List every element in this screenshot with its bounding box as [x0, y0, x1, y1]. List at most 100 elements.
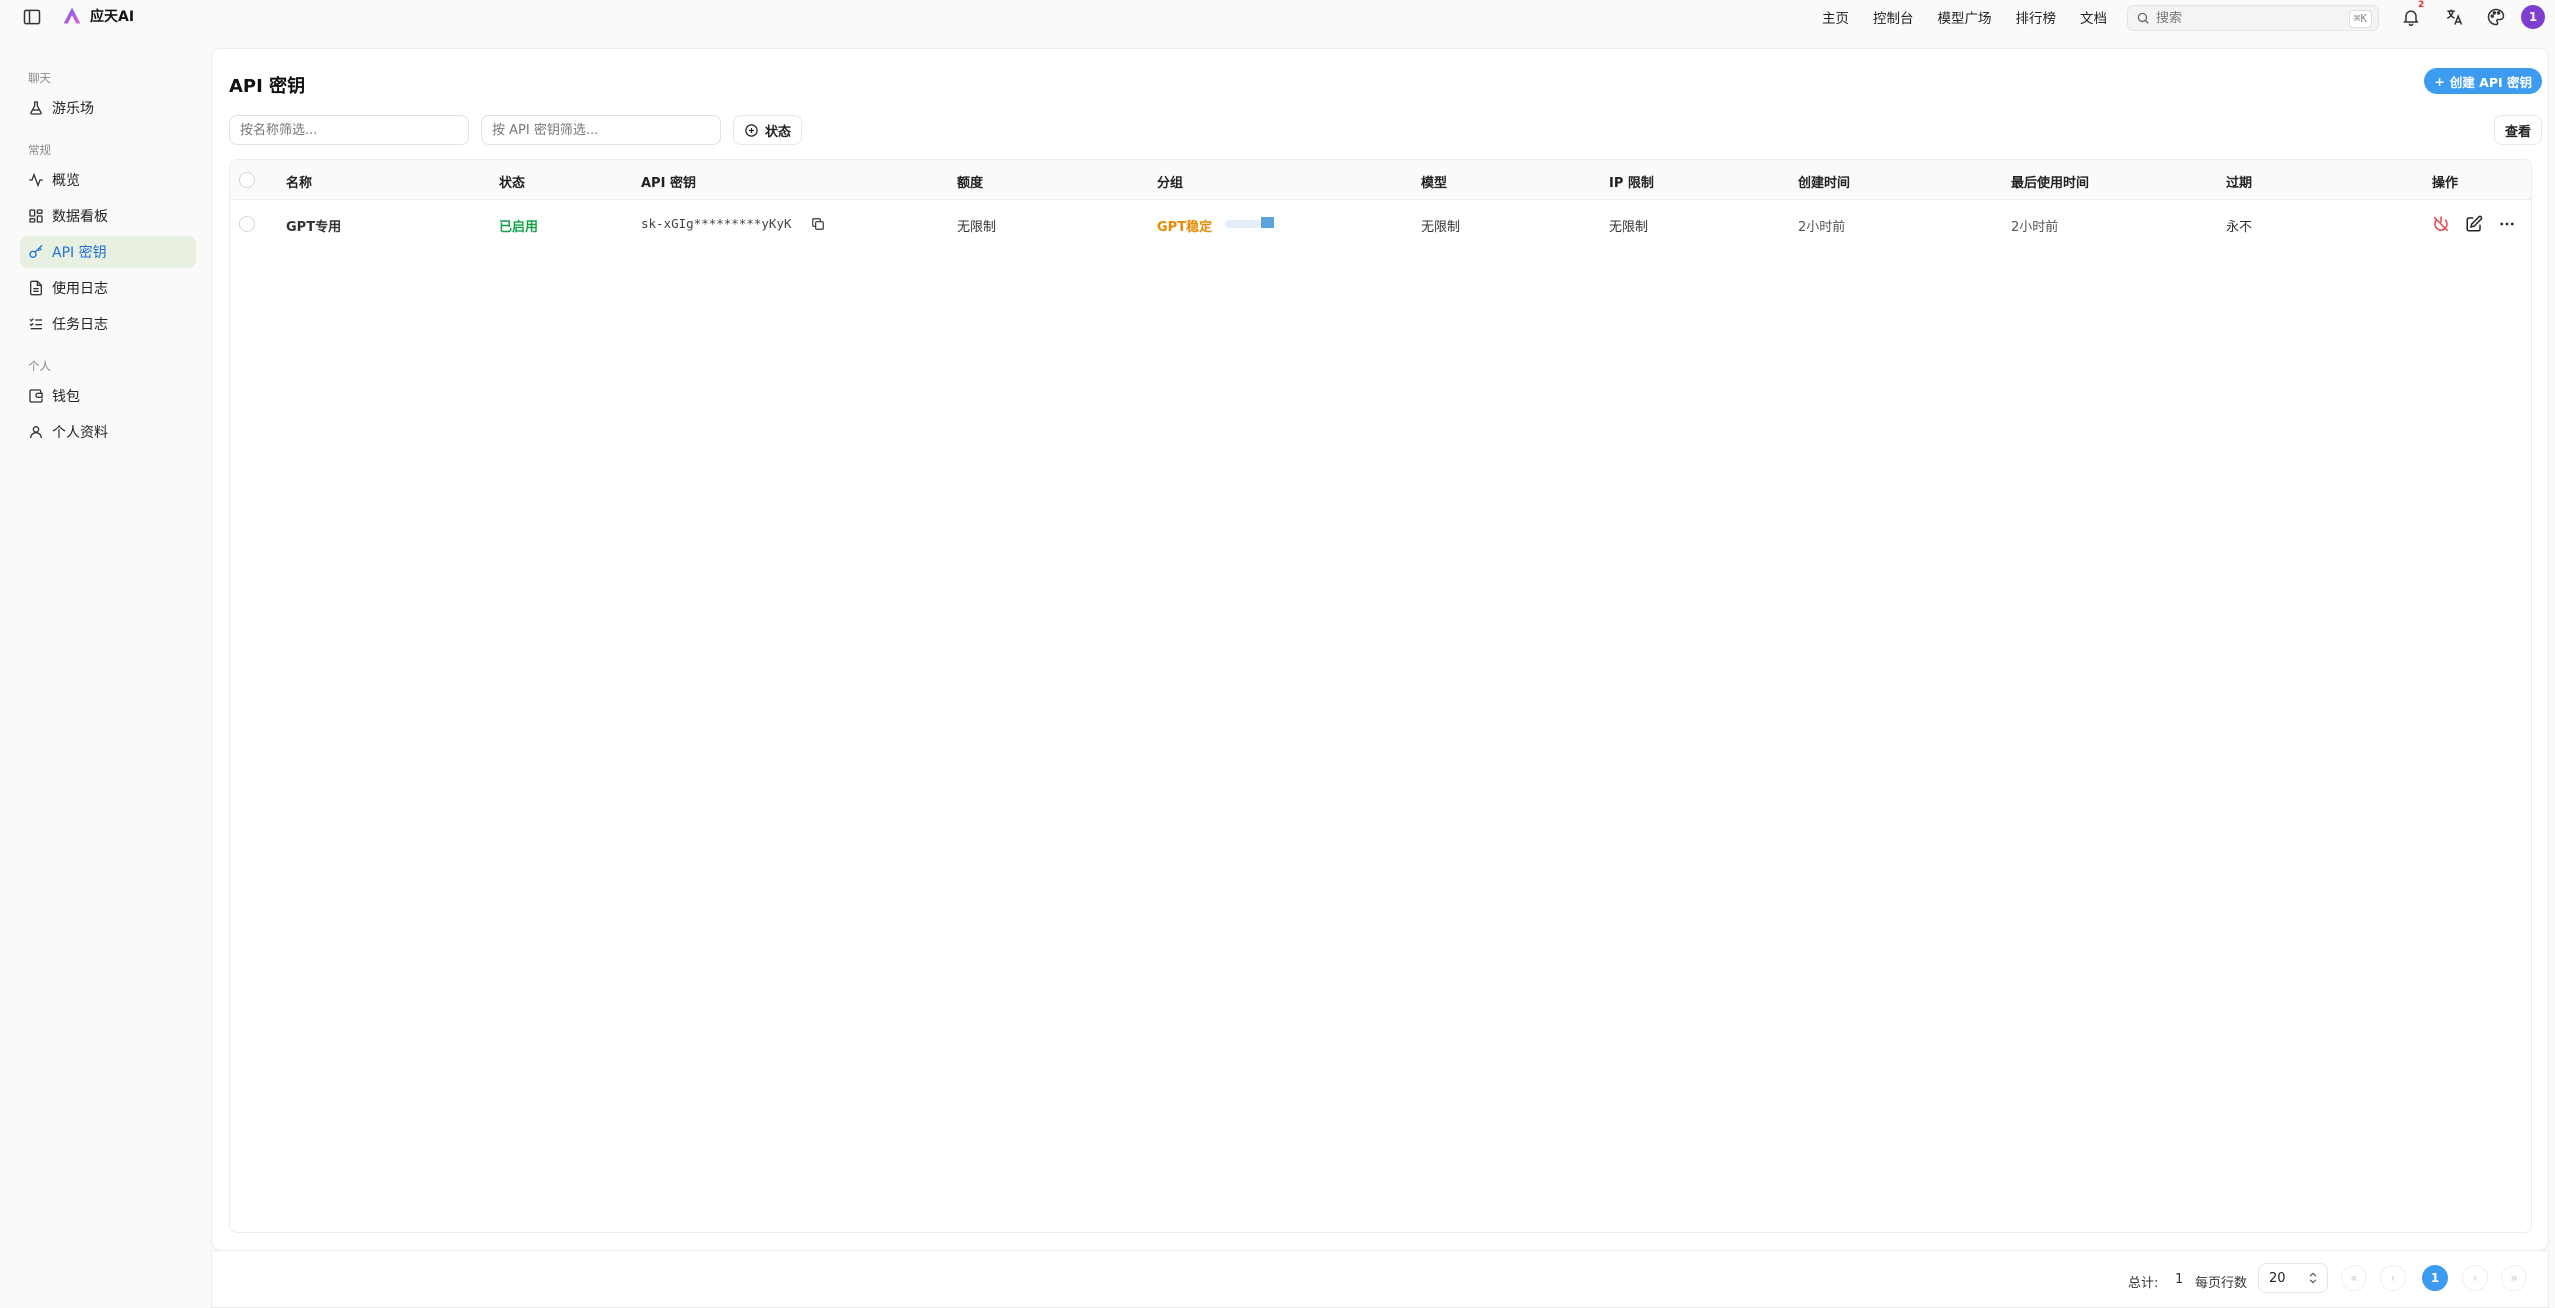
wallet-icon: [28, 388, 44, 404]
activity-icon: [28, 172, 44, 188]
row-ip-limit: 无限制: [1609, 220, 1649, 235]
row-created: 2小时前: [1798, 220, 1846, 235]
sidebar-item-label: 任务日志: [52, 317, 108, 333]
filter-name-input[interactable]: [229, 115, 469, 145]
last-page-button[interactable]: »: [2501, 1265, 2527, 1291]
status-filter-label: 状态: [765, 124, 792, 140]
file-text-icon: [28, 280, 44, 296]
list-checks-icon: [28, 316, 44, 332]
edit-icon[interactable]: [2465, 215, 2483, 233]
col-models[interactable]: 模型: [1421, 172, 1447, 191]
disable-key-icon[interactable]: [2432, 215, 2450, 233]
sidebar-item-dashboard[interactable]: 数据看板: [20, 200, 196, 232]
pagination-bar: 总计: 1 每页行数 20 « ‹ 1 › »: [211, 1250, 2549, 1308]
user-icon: [28, 424, 44, 440]
row-status: 已启用: [499, 220, 539, 235]
filter-key-input[interactable]: [481, 115, 721, 145]
group-indicator: [1225, 217, 1275, 229]
top-nav: 主页 控制台 模型广场 排行榜 文档: [1822, 0, 2131, 34]
key-icon: [28, 244, 44, 260]
col-group[interactable]: 分组: [1157, 172, 1183, 191]
top-bar: 应天AI 主页 控制台 模型广场 排行榜 文档 ⌘K 2 1: [0, 0, 2555, 34]
total-label: 总计:: [2128, 1276, 2159, 1291]
search-box[interactable]: ⌘K: [2127, 5, 2379, 31]
row-name: GPT专用: [286, 220, 342, 235]
sidebar-item-label: 个人资料: [52, 425, 108, 441]
table-row: GPT专用 已启用 sk-xGIg*********yKyK 无限制 GPT稳定…: [230, 201, 2531, 247]
sidebar-item-label: 游乐场: [52, 101, 94, 117]
create-api-key-button[interactable]: + 创建 API 密钥: [2424, 68, 2542, 94]
per-page-value: 20: [2269, 1270, 2286, 1286]
more-icon[interactable]: [2498, 215, 2516, 233]
table-header: 名称 状态 API 密钥 额度 分组 模型 IP 限制 创建时间 最后使用时间 …: [230, 160, 2531, 200]
palette-icon[interactable]: [2486, 7, 2506, 27]
nav-leaderboard[interactable]: 排行榜: [2016, 7, 2057, 27]
sidebar-group-general: 常规: [28, 143, 51, 157]
sidebar: 聊天 游乐场 常规 概览 数据看板 API 密钥 使用日志 任务日志 个人 钱包…: [0, 34, 205, 1308]
sidebar-group-personal: 个人: [28, 359, 51, 373]
search-input[interactable]: [2156, 10, 2336, 26]
row-api-key: sk-xGIg*********yKyK: [641, 216, 792, 231]
sidebar-item-label: 概览: [52, 173, 80, 189]
row-checkbox[interactable]: [239, 216, 255, 232]
col-ip-limit[interactable]: IP 限制: [1609, 172, 1654, 191]
nav-console[interactable]: 控制台: [1873, 7, 1914, 27]
sidebar-item-usage-logs[interactable]: 使用日志: [20, 272, 196, 304]
col-name[interactable]: 名称: [286, 172, 312, 191]
row-quota: 无限制: [957, 220, 997, 235]
nav-docs[interactable]: 文档: [2080, 7, 2107, 27]
nav-model-market[interactable]: 模型广场: [1938, 7, 1992, 27]
prev-page-button[interactable]: ‹: [2380, 1265, 2406, 1291]
status-filter-button[interactable]: 状态: [733, 115, 803, 145]
sidebar-item-label: API 密钥: [52, 245, 107, 261]
sidebar-toggle-icon[interactable]: [22, 7, 42, 27]
per-page-select[interactable]: 20: [2258, 1263, 2328, 1293]
sidebar-item-profile[interactable]: 个人资料: [20, 416, 196, 448]
col-created[interactable]: 创建时间: [1798, 172, 1850, 191]
row-expires: 永不: [2226, 220, 2253, 235]
sidebar-item-label: 数据看板: [52, 209, 108, 225]
sidebar-item-label: 使用日志: [52, 281, 108, 297]
sidebar-item-overview[interactable]: 概览: [20, 164, 196, 196]
chevrons-up-down-icon: [2306, 1271, 2320, 1285]
col-expires[interactable]: 过期: [2226, 172, 2252, 191]
col-actions: 操作: [2432, 176, 2459, 191]
sidebar-item-label: 钱包: [52, 389, 80, 405]
brand[interactable]: 应天AI: [62, 6, 134, 26]
first-page-button[interactable]: «: [2341, 1265, 2367, 1291]
api-keys-table: 名称 状态 API 密钥 额度 分组 模型 IP 限制 创建时间 最后使用时间 …: [229, 159, 2532, 1233]
select-all-checkbox[interactable]: [239, 172, 255, 188]
search-icon: [2136, 11, 2150, 25]
sidebar-item-task-logs[interactable]: 任务日志: [20, 308, 196, 340]
avatar[interactable]: 1: [2521, 5, 2545, 29]
api-keys-panel: API 密钥 + 创建 API 密钥 状态 查看 名称 状态 API 密钥 额度…: [211, 48, 2549, 1251]
dashboard-icon: [28, 208, 44, 224]
copy-icon[interactable]: [811, 217, 825, 231]
col-last-used[interactable]: 最后使用时间: [2011, 172, 2089, 191]
create-api-key-label: 创建 API 密钥: [2449, 74, 2532, 90]
page-title: API 密钥: [229, 76, 306, 97]
flask-icon: [28, 100, 44, 116]
page-1-button[interactable]: 1: [2422, 1265, 2448, 1291]
bell-icon[interactable]: [2401, 7, 2421, 27]
nav-home[interactable]: 主页: [1822, 7, 1849, 27]
row-last-used: 2小时前: [2011, 220, 2059, 235]
row-group-tag: GPT稳定: [1157, 220, 1213, 235]
notification-badge: 2: [2418, 0, 2425, 10]
col-status[interactable]: 状态: [499, 172, 525, 191]
view-button[interactable]: 查看: [2493, 115, 2542, 145]
translate-icon[interactable]: [2444, 7, 2464, 27]
brand-logo-icon: [62, 6, 82, 26]
plus-circle-icon: [744, 123, 759, 138]
sidebar-item-api-keys[interactable]: API 密钥: [20, 236, 196, 268]
sidebar-item-wallet[interactable]: 钱包: [20, 380, 196, 412]
col-quota[interactable]: 额度: [957, 172, 983, 191]
per-page-label: 每页行数: [2195, 1276, 2248, 1291]
brand-name: 应天AI: [90, 9, 135, 25]
col-api-key[interactable]: API 密钥: [641, 172, 696, 191]
row-models: 无限制: [1421, 220, 1461, 235]
next-page-button[interactable]: ›: [2462, 1265, 2488, 1291]
plus-icon: +: [2434, 73, 2445, 89]
sidebar-item-playground[interactable]: 游乐场: [20, 92, 196, 124]
sidebar-group-chat: 聊天: [28, 71, 51, 85]
